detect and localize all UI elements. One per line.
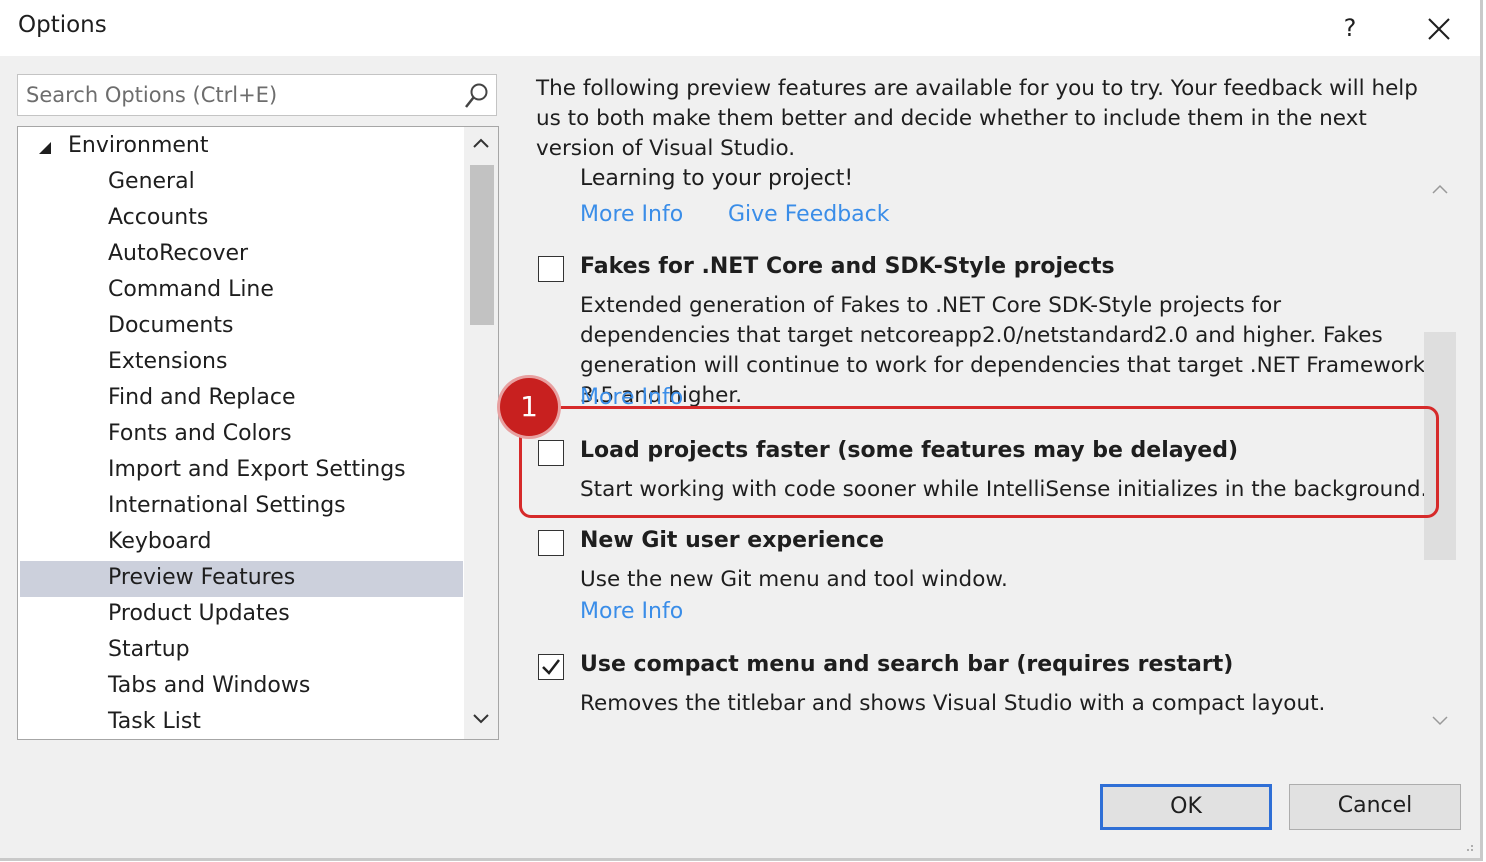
tree-item-accounts[interactable]: Accounts xyxy=(20,201,463,237)
scroll-down-icon[interactable] xyxy=(1432,716,1448,726)
tree-item-tabs-and-windows[interactable]: Tabs and Windows xyxy=(20,669,463,705)
scroll-up-icon[interactable] xyxy=(472,137,490,149)
tree-node-label: Environment xyxy=(68,133,209,158)
options-dialog: Options ? Environment General Accounts A… xyxy=(0,0,1483,861)
more-info-link[interactable]: More Info xyxy=(580,202,683,227)
search-icon[interactable] xyxy=(464,82,490,110)
resize-grip-icon[interactable] xyxy=(1462,840,1474,852)
feature-desc-fakes: Extended generation of Fakes to .NET Cor… xyxy=(580,293,1426,408)
cancel-button[interactable]: Cancel xyxy=(1289,784,1461,830)
close-button[interactable] xyxy=(1418,8,1458,48)
feature-desc-new-git: Use the new Git menu and tool window. xyxy=(580,567,1008,592)
help-button[interactable]: ? xyxy=(1330,8,1370,48)
tree-item-general[interactable]: General xyxy=(20,165,463,201)
tree-item-label: Tabs and Windows xyxy=(108,673,311,698)
tree-item-label: Command Line xyxy=(108,277,274,302)
title-bar: Options ? xyxy=(0,0,1480,56)
scroll-down-icon[interactable] xyxy=(472,713,490,725)
tree-item-label: Extensions xyxy=(108,349,228,374)
close-icon xyxy=(1428,18,1450,40)
tree-item-label: International Settings xyxy=(108,493,346,518)
tree-item-label: Product Updates xyxy=(108,601,290,626)
tree-item-fonts-and-colors[interactable]: Fonts and Colors xyxy=(20,417,463,453)
tree-item-label: Startup xyxy=(108,637,190,662)
annotation-badge: 1 xyxy=(500,378,558,436)
checkbox-compact-menu[interactable] xyxy=(538,654,564,680)
checkbox-fakes[interactable] xyxy=(538,256,564,282)
tree-item-label: Find and Replace xyxy=(108,385,296,410)
tree-item-command-line[interactable]: Command Line xyxy=(20,273,463,309)
expanded-triangle-icon[interactable] xyxy=(38,141,52,155)
tree-item-find-and-replace[interactable]: Find and Replace xyxy=(20,381,463,417)
feature-title-compact-menu: Use compact menu and search bar (require… xyxy=(580,652,1234,677)
search-input[interactable] xyxy=(26,79,446,111)
give-feedback-link[interactable]: Give Feedback xyxy=(728,202,889,227)
tree-node-environment[interactable]: Environment xyxy=(18,129,463,165)
checkbox-new-git[interactable] xyxy=(538,530,564,556)
feature-title-new-git: New Git user experience xyxy=(580,528,884,553)
tree-item-label: Accounts xyxy=(108,205,209,230)
tree-item-keyboard[interactable]: Keyboard xyxy=(20,525,463,561)
tree-item-extensions[interactable]: Extensions xyxy=(20,345,463,381)
tree-item-autorecover[interactable]: AutoRecover xyxy=(20,237,463,273)
more-info-link-fakes[interactable]: More Info xyxy=(580,385,683,405)
feature-title-fakes: Fakes for .NET Core and SDK-Style projec… xyxy=(580,254,1115,279)
feature-title-partial: Learning to your project! xyxy=(580,166,854,191)
tree-item-documents[interactable]: Documents xyxy=(20,309,463,345)
tree-item-task-list[interactable]: Task List xyxy=(20,705,463,739)
search-box xyxy=(17,74,497,116)
tree-item-label: Preview Features xyxy=(108,565,296,590)
checkmark-icon xyxy=(542,659,560,675)
options-tree: Environment General Accounts AutoRecover… xyxy=(17,126,499,740)
annotation-highlight-box xyxy=(519,406,1439,518)
scroll-up-icon[interactable] xyxy=(1432,184,1448,194)
intro-text: The following preview features are avail… xyxy=(536,76,1418,161)
feature-desc-compact-menu: Removes the titlebar and shows Visual St… xyxy=(580,691,1326,716)
tree-item-label: Import and Export Settings xyxy=(108,457,406,482)
more-info-link-new-git[interactable]: More Info xyxy=(580,599,683,624)
tree-item-product-updates[interactable]: Product Updates xyxy=(20,597,463,633)
tree-item-import-export-settings[interactable]: Import and Export Settings xyxy=(20,453,463,489)
tree-item-label: Documents xyxy=(108,313,234,338)
tree-item-preview-features[interactable]: Preview Features xyxy=(20,561,463,597)
tree-item-label: Fonts and Colors xyxy=(108,421,292,446)
dialog-title: Options xyxy=(18,12,107,38)
tree-item-international-settings[interactable]: International Settings xyxy=(20,489,463,525)
tree-item-label: AutoRecover xyxy=(108,241,249,266)
tree-item-startup[interactable]: Startup xyxy=(20,633,463,669)
tree-item-label: Keyboard xyxy=(108,529,212,554)
ok-button[interactable]: OK xyxy=(1100,784,1272,830)
tree-scrollbar-thumb[interactable] xyxy=(470,165,494,325)
tree-scrollbar[interactable] xyxy=(464,127,498,739)
tree-item-label: General xyxy=(108,169,195,194)
tree-item-label: Task List xyxy=(108,709,201,734)
